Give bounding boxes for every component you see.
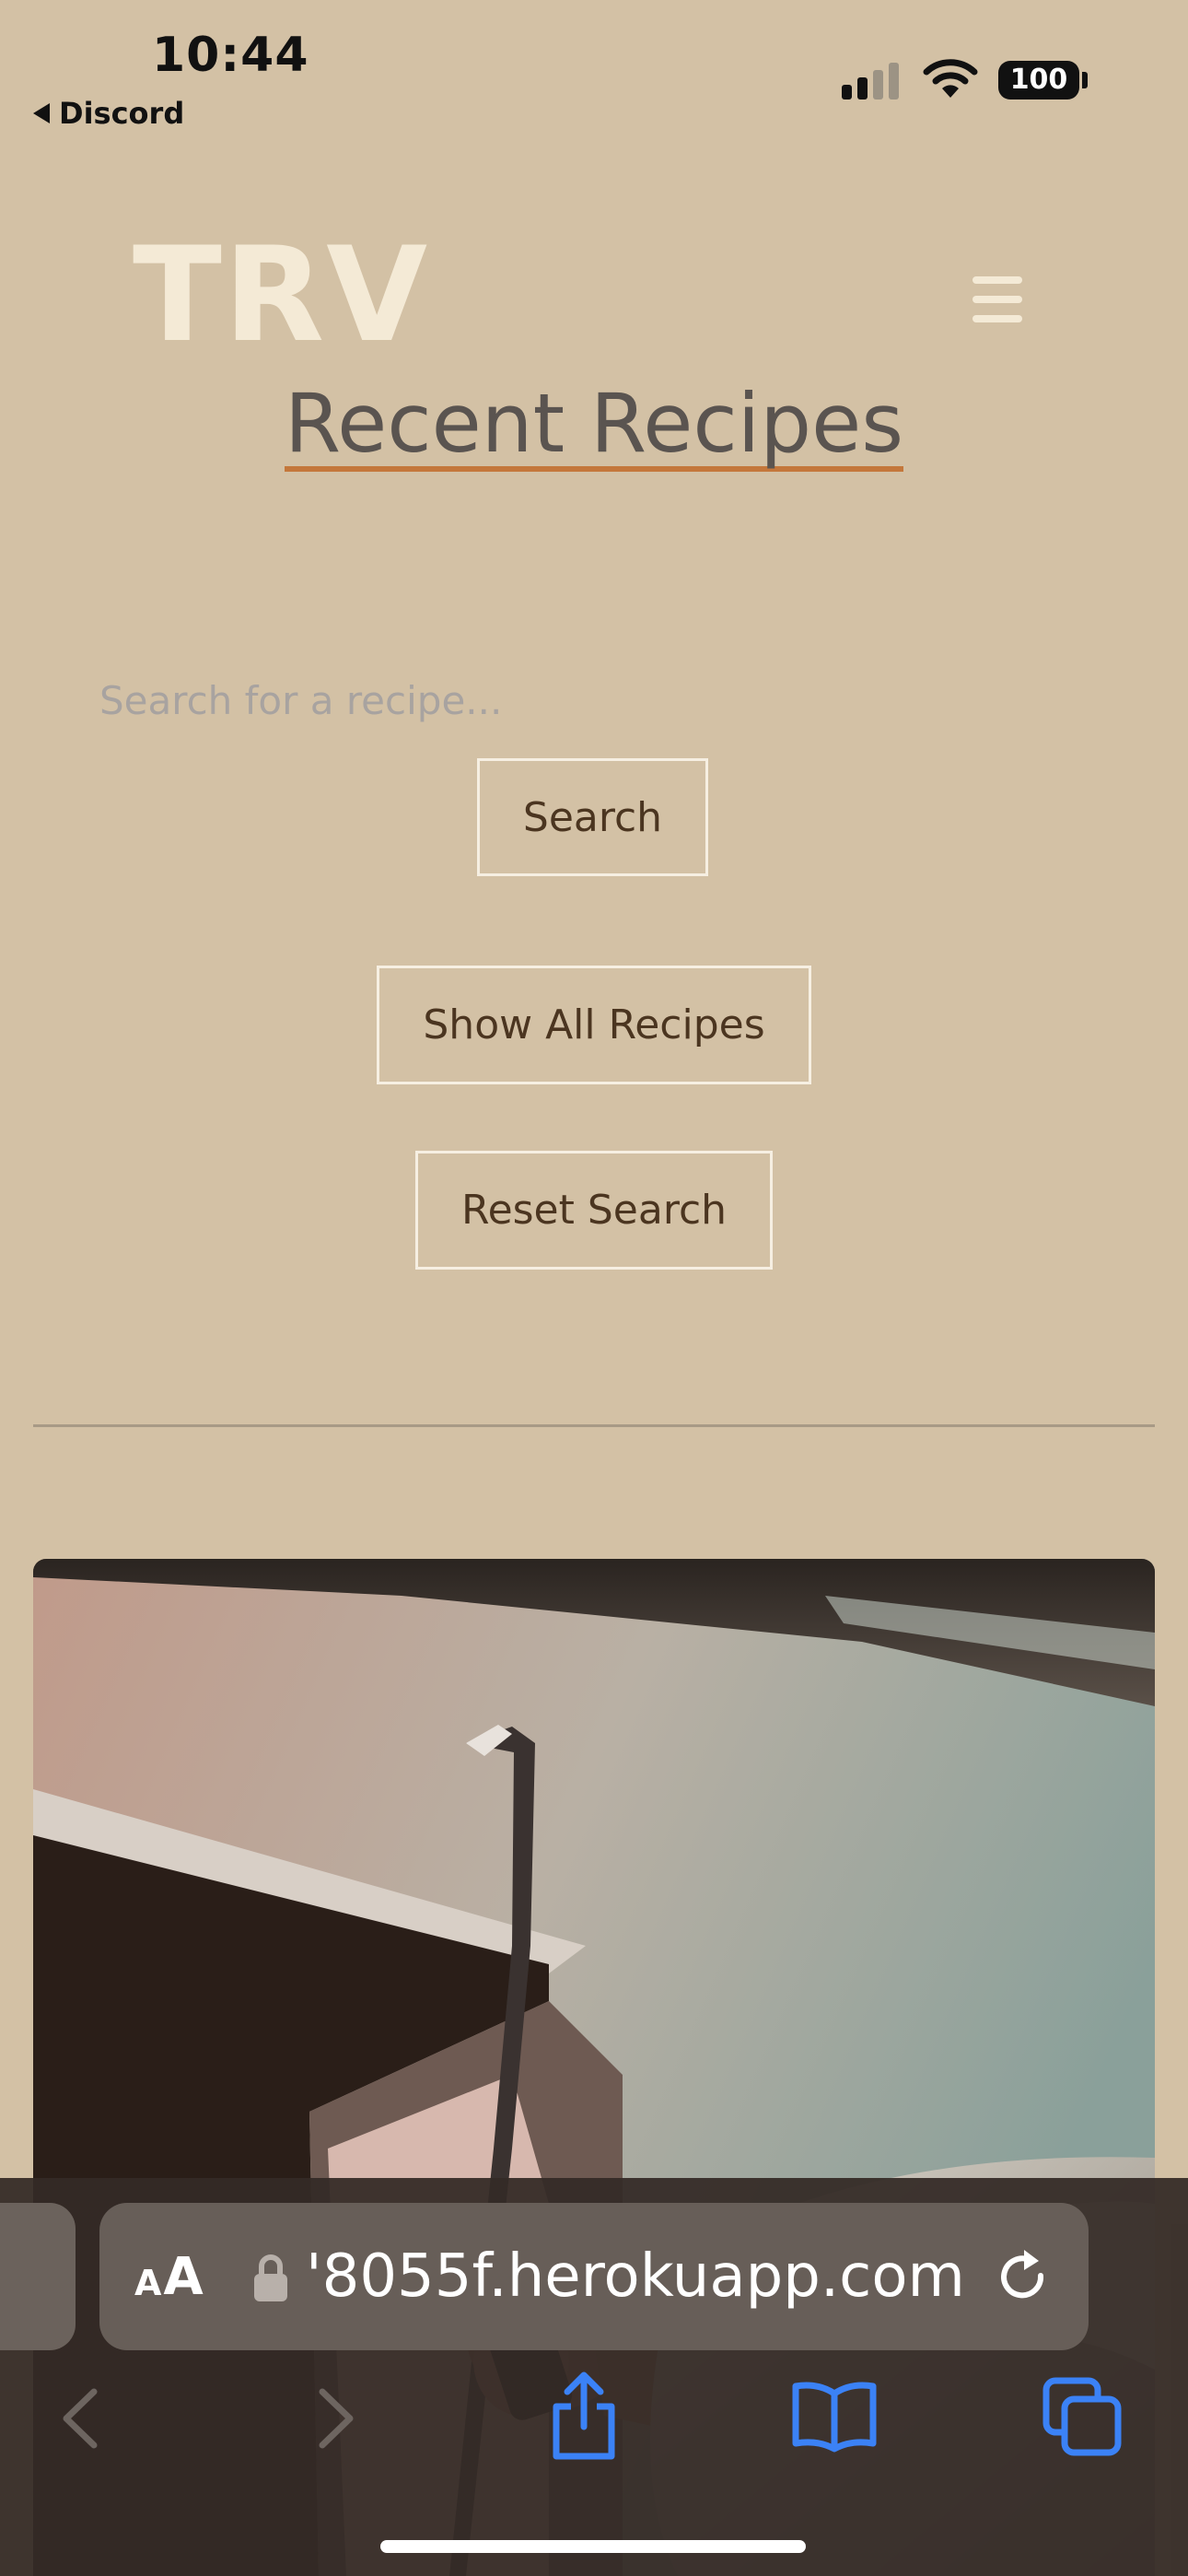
back-app-label: Discord	[59, 96, 185, 131]
forward-icon[interactable]	[313, 2386, 359, 2451]
previous-tab-peek[interactable]	[0, 2203, 76, 2350]
aa-big-letter: A	[163, 2247, 204, 2307]
tabs-icon[interactable]	[1041, 2375, 1124, 2458]
reload-icon[interactable]	[995, 2248, 1054, 2307]
search-button[interactable]: Search	[477, 758, 708, 876]
section-divider	[33, 1424, 1155, 1427]
status-time: 10:44	[152, 28, 309, 83]
address-bar-url[interactable]: '8055f.herokuapp.com	[306, 2242, 965, 2311]
page-title-text: Recent Recipes	[284, 376, 904, 473]
page-title: Recent Recipes	[0, 376, 1188, 473]
lock-icon	[254, 2254, 287, 2301]
hamburger-menu-icon[interactable]	[973, 276, 1022, 322]
battery-icon: 100	[998, 61, 1079, 100]
reader-aa-button[interactable]: A A	[134, 2246, 204, 2307]
back-to-app-link[interactable]: Discord	[33, 96, 184, 131]
back-icon[interactable]	[57, 2386, 103, 2451]
back-triangle-icon	[33, 103, 50, 123]
reset-search-button[interactable]: Reset Search	[415, 1151, 773, 1270]
home-indicator	[380, 2540, 806, 2553]
aa-small-letter: A	[134, 2263, 162, 2303]
recipe-search-input[interactable]	[99, 663, 1094, 737]
bookmarks-icon[interactable]	[790, 2379, 879, 2453]
share-icon[interactable]	[547, 2370, 621, 2462]
show-all-recipes-button[interactable]: Show All Recipes	[377, 966, 811, 1084]
battery-tip	[1082, 72, 1088, 88]
wifi-icon	[923, 59, 978, 98]
cellular-signal-icon	[842, 63, 899, 100]
site-logo[interactable]: TRV	[133, 230, 429, 361]
